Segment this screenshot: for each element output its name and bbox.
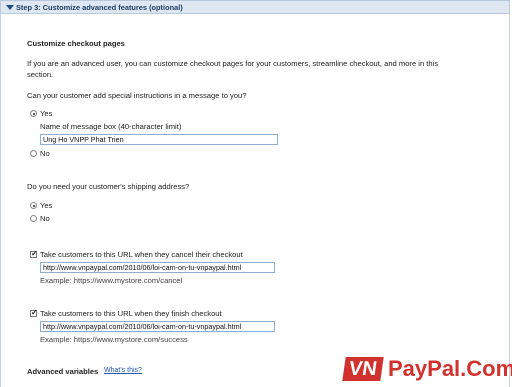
shipping-no-label[interactable]: No [40, 214, 50, 223]
instructions-yes-label[interactable]: Yes [40, 109, 52, 118]
finish-url-example: Example: https://www.mystore.com/success [40, 335, 188, 344]
shipping-yes-radio[interactable] [30, 202, 37, 209]
collapse-triangle-icon[interactable] [6, 5, 14, 10]
cancel-url-example: Example: https://www.mystore.com/cancel [40, 276, 183, 285]
whats-this-link[interactable]: What's this? [104, 367, 142, 374]
advanced-variables-label: Advanced variables [27, 367, 99, 376]
shipping-question: Do you need your customer's shipping add… [27, 182, 190, 191]
instructions-no-label[interactable]: No [40, 149, 50, 158]
step-title: Step 3: Customize advanced features (opt… [16, 3, 183, 12]
message-box-input[interactable]: Ung Ho VNPP Phat Trien [40, 134, 278, 145]
instructions-no-radio[interactable] [30, 150, 37, 157]
cancel-url-label[interactable]: Take customers to this URL when they can… [40, 250, 243, 259]
intro-text-line2: section. [27, 70, 54, 79]
shipping-no-radio[interactable] [30, 215, 37, 222]
shipping-yes-label[interactable]: Yes [40, 201, 52, 210]
vnpaypal-watermark-logo: VN PayPal.Com [342, 355, 512, 383]
instructions-yes-radio[interactable] [30, 110, 37, 117]
special-instructions-question: Can your customer add special instructio… [27, 91, 247, 100]
finish-url-input[interactable]: http://www.vnpaypal.com/2010/06/loi-cam-… [40, 321, 275, 332]
watermark-vn: VN [342, 357, 384, 381]
finish-url-checkbox[interactable] [30, 308, 38, 317]
cancel-url-checkbox[interactable] [30, 249, 38, 258]
intro-text-line1: If you are an advanced user, you can cus… [27, 59, 439, 68]
section-heading: Customize checkout pages [27, 39, 125, 48]
cancel-url-input[interactable]: http://www.vnpaypal.com/2010/06/loi-cam-… [40, 262, 275, 273]
finish-url-label[interactable]: Take customers to this URL when they fin… [40, 309, 222, 318]
step-header[interactable]: Step 3: Customize advanced features (opt… [0, 0, 510, 14]
watermark-text: PayPal.Com [388, 356, 512, 381]
message-box-label: Name of message box (40-character limit) [40, 122, 182, 131]
